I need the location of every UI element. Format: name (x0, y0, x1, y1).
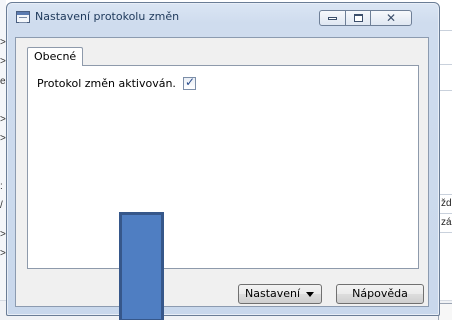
minimize-button[interactable] (319, 10, 346, 26)
title-bar[interactable]: Nastavení protokolu změn ✕ (7, 3, 439, 31)
tab-panel-general: Protokol změn aktivován. ✓ (27, 65, 419, 269)
checkmark-icon: ✓ (185, 75, 196, 89)
background-text: ždi (441, 198, 452, 209)
background-divider (440, 30, 452, 31)
background-marker: > (0, 114, 6, 125)
maximize-icon (354, 14, 363, 22)
background-marker: > (0, 229, 6, 240)
change-log-activated-checkbox[interactable]: ✓ (183, 75, 196, 90)
window-title: Nastavení protokolu změn (35, 10, 180, 23)
settings-dropdown-button[interactable]: Nastavení (238, 284, 322, 304)
background-divider (440, 232, 452, 233)
tab-general[interactable]: Obecné (27, 47, 84, 66)
background-divider (440, 194, 452, 195)
dropdown-arrow-icon (306, 292, 314, 297)
background-marker: > (0, 37, 6, 48)
background-marker: e (0, 76, 6, 87)
background-right-panel (440, 0, 452, 320)
background-button[interactable] (438, 303, 452, 320)
help-button-label: Nápověda (352, 287, 408, 300)
dialog-client-area: Obecné Protokol změn aktivován. ✓ Nastav… (15, 37, 429, 307)
settings-button-label: Nastavení (245, 287, 301, 300)
close-button[interactable]: ✕ (370, 10, 412, 26)
background-divider (440, 64, 452, 65)
maximize-button[interactable] (345, 10, 371, 26)
background-divider (440, 90, 452, 91)
help-button[interactable]: Nápověda (336, 284, 424, 304)
background-marker: > (0, 248, 6, 259)
background-marker: > (0, 133, 6, 144)
window-form-icon (16, 11, 30, 23)
background-marker: : (0, 181, 3, 192)
background-divider (440, 213, 452, 214)
change-log-activated-label: Protokol změn aktivován. (37, 77, 176, 90)
screen: > > e > > : / > > ždi zál Nastavení prot… (0, 0, 452, 320)
background-text: zál (441, 217, 452, 228)
close-icon: ✕ (385, 11, 397, 25)
dialog-window: Nastavení protokolu změn ✕ Obecné Protok… (6, 2, 440, 316)
highlight-rectangle (119, 212, 164, 320)
background-marker: / (0, 200, 3, 211)
background-marker: > (0, 56, 6, 67)
minimize-icon (328, 17, 337, 20)
